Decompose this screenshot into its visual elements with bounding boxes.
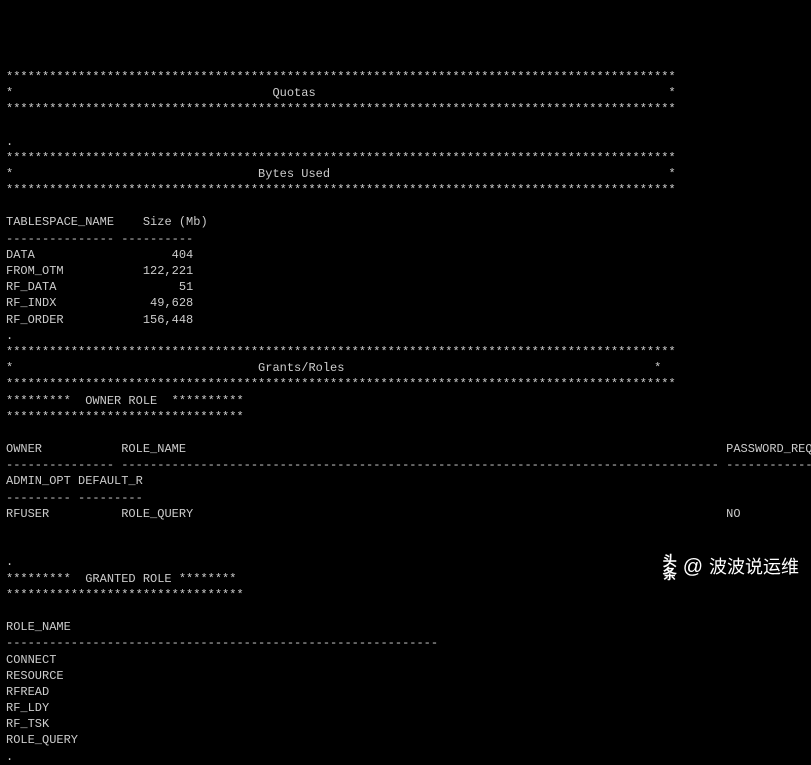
- hr: ----------------------------------------…: [6, 636, 438, 650]
- watermark-at: @: [683, 554, 703, 581]
- cell: RF_INDX: [6, 296, 56, 310]
- section-border: *: [6, 361, 13, 375]
- section-border: *********************************: [6, 410, 244, 424]
- section-border: *: [654, 361, 661, 375]
- watermark: 头 条 @ 波波说运维: [663, 554, 799, 581]
- cell: FROM_OTM: [6, 264, 64, 278]
- section-border: ****************************************…: [6, 183, 676, 197]
- cell: 404: [172, 248, 194, 262]
- section-border: **********: [172, 394, 244, 408]
- list-item: RESOURCE: [6, 669, 64, 683]
- section-border: *********: [6, 394, 71, 408]
- section-border: *: [6, 167, 13, 181]
- list-item: ROLE_QUERY: [6, 733, 78, 747]
- cell: RF_ORDER: [6, 313, 64, 327]
- list-item: RFREAD: [6, 685, 49, 699]
- cell: 49,628: [150, 296, 193, 310]
- cell: 156,448: [143, 313, 193, 327]
- section-border: ********: [179, 572, 237, 586]
- section-border: *********************************: [6, 588, 244, 602]
- col-header: ROLE_NAME: [6, 620, 71, 634]
- section-border: ****************************************…: [6, 151, 676, 165]
- section-border: ****************************************…: [6, 377, 676, 391]
- col-header: Size (Mb): [143, 215, 208, 229]
- section-border: ****************************************…: [6, 102, 676, 116]
- watermark-logo-bottom: 条: [663, 568, 677, 581]
- cell: NO: [726, 507, 740, 521]
- granted-role-label: GRANTED ROLE: [85, 572, 171, 586]
- col-header: OWNER: [6, 442, 42, 456]
- cell: RFUSER: [6, 507, 49, 521]
- owner-role-label: OWNER ROLE: [85, 394, 157, 408]
- section-border: *: [669, 167, 676, 181]
- cell: ROLE_QUERY: [121, 507, 193, 521]
- cell: RF_DATA: [6, 280, 56, 294]
- list-item: RF_LDY: [6, 701, 49, 715]
- bytes-used-title: Bytes Used: [258, 167, 330, 181]
- section-border: *: [669, 86, 676, 100]
- hr: --------------- ------------------------…: [6, 458, 811, 472]
- col-header: ADMIN_OPT: [6, 474, 71, 488]
- list-item: CONNECT: [6, 653, 56, 667]
- section-border: ****************************************…: [6, 70, 676, 84]
- grants-roles-title: Grants/Roles: [258, 361, 344, 375]
- quotas-title: Quotas: [272, 86, 315, 100]
- cell: 51: [179, 280, 193, 294]
- hr: --------------- ----------: [6, 232, 193, 246]
- section-border: *: [6, 86, 13, 100]
- col-header: PASSWORD_REQUIRED: [726, 442, 811, 456]
- col-header: ROLE_NAME: [121, 442, 186, 456]
- hr: --------- ---------: [6, 491, 143, 505]
- cell: 122,221: [143, 264, 193, 278]
- section-border: *********: [6, 572, 71, 586]
- col-header: TABLESPACE_NAME: [6, 215, 114, 229]
- list-item: RF_TSK: [6, 717, 49, 731]
- col-header: DEFAULT_R: [78, 474, 143, 488]
- cell: DATA: [6, 248, 35, 262]
- watermark-logo: 头 条: [663, 555, 677, 580]
- watermark-name: 波波说运维: [709, 555, 799, 579]
- section-border: ****************************************…: [6, 345, 676, 359]
